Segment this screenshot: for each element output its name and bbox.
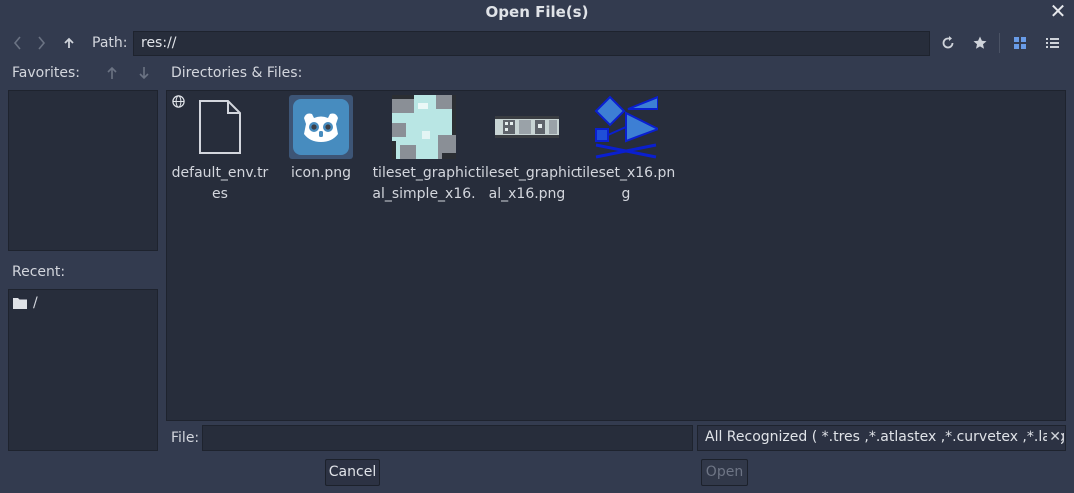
arrow-up-icon	[64, 37, 74, 48]
recent-label: Recent:	[12, 264, 66, 280]
file-item-tileset-x16[interactable]: tileset_x16.png	[574, 95, 678, 205]
file-type-filter-value: All Recognized ( *.tres ,*.atlastex ,*.c…	[705, 429, 1066, 445]
open-button[interactable]: Open	[701, 459, 748, 486]
path-label: Path:	[92, 35, 128, 51]
list-view-icon	[1045, 38, 1059, 48]
files-label: Directories & Files:	[171, 65, 303, 81]
recent-item[interactable]: /	[13, 295, 38, 311]
toolbar-divider	[999, 33, 1000, 53]
file-item-tileset-graphical-simple[interactable]: tileset_graphical_simple_x16.p	[372, 95, 476, 205]
folder-icon	[13, 298, 27, 309]
file-name: tileset_graphical_x16.png	[475, 165, 579, 202]
chevron-right-icon	[38, 36, 46, 50]
path-input[interactable]: res://	[133, 31, 930, 56]
file-name: tileset_x16.png	[576, 165, 676, 202]
thumbnail-view-button[interactable]	[1009, 31, 1031, 55]
cancel-button[interactable]: Cancel	[325, 459, 380, 486]
list-view-button[interactable]	[1041, 31, 1063, 55]
favorites-label: Favorites:	[12, 65, 80, 81]
recent-item-label: /	[33, 295, 38, 311]
clear-filter-icon: ✕	[1047, 426, 1061, 449]
chevron-left-icon	[13, 36, 21, 50]
recent-list[interactable]: /	[8, 289, 158, 451]
favorite-button[interactable]	[969, 31, 991, 55]
image-thumbnail-icon	[594, 95, 658, 159]
forward-button[interactable]	[30, 31, 52, 55]
arrow-up-icon	[107, 66, 117, 79]
file-name-input[interactable]	[202, 425, 693, 451]
file-name: default_env.tres	[171, 165, 269, 202]
file-item-tileset-graphical[interactable]: tileset_graphical_x16.png	[475, 95, 579, 205]
dialog-title: Open File(s)	[485, 3, 589, 21]
favorites-list[interactable]	[8, 90, 158, 251]
favorite-move-up-button[interactable]	[101, 61, 123, 85]
file-name: icon.png	[290, 165, 352, 181]
file-item-icon-png[interactable]: icon.png	[269, 95, 373, 205]
file-icon	[199, 100, 241, 154]
back-button[interactable]	[7, 31, 29, 55]
refresh-button[interactable]	[937, 31, 959, 55]
parent-directory-button[interactable]	[58, 31, 80, 55]
file-label: File:	[171, 430, 200, 446]
close-icon: ✕	[1049, 0, 1067, 23]
grid-view-icon	[1014, 37, 1026, 49]
file-grid[interactable]: default_env.tres icon.png tileset_graphi…	[166, 90, 1066, 421]
star-icon	[973, 36, 987, 49]
refresh-icon	[942, 36, 954, 49]
file-type-filter-select[interactable]: All Recognized ( *.tres ,*.atlastex ,*.c…	[697, 425, 1066, 451]
close-button[interactable]: ✕	[1048, 0, 1068, 22]
arrow-down-icon	[139, 67, 149, 80]
file-name: tileset_graphical_simple_x16.p	[372, 165, 476, 202]
file-item-default-env[interactable]: default_env.tres	[168, 95, 272, 205]
godot-icon	[293, 99, 349, 155]
favorite-move-down-button[interactable]	[133, 61, 155, 85]
image-thumbnail-icon	[495, 116, 559, 138]
image-thumbnail-icon	[392, 95, 456, 159]
